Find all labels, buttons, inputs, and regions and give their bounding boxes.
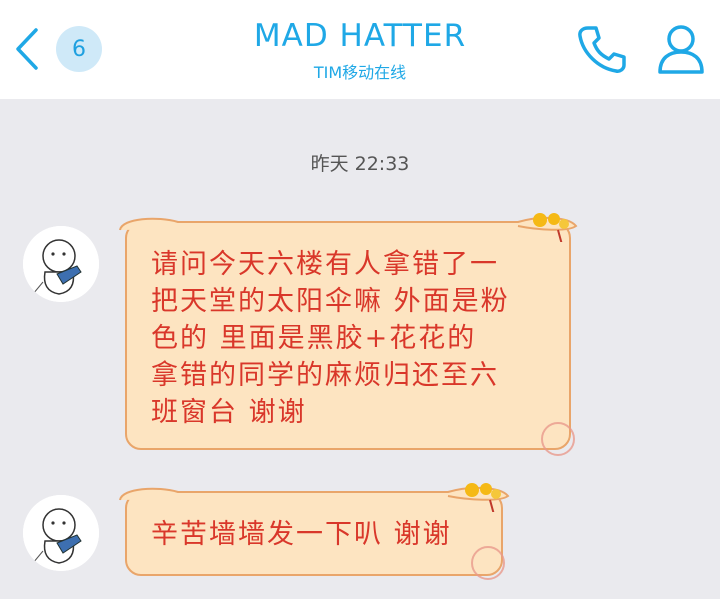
message-line: 请问今天六楼有人拿错了一 — [151, 249, 499, 280]
message-line: 辛苦墙墙发一下叭 谢谢 — [151, 519, 452, 550]
message-line: 班窗台 谢谢 — [151, 397, 307, 428]
seal-stamp-icon — [471, 546, 505, 580]
avatar-cartoon-icon — [23, 226, 99, 302]
message-line: 色的 里面是黑胶+花花的 — [151, 323, 477, 354]
person-icon[interactable] — [654, 22, 708, 76]
scroll-curl-decoration-icon — [119, 483, 510, 512]
scroll-curl-decoration-icon — [119, 213, 578, 242]
chat-header: 6 MAD HATTER TIM移动在线 — [0, 0, 720, 99]
message-timestamp: 昨天 22:33 — [310, 153, 410, 175]
message-line: 把天堂的太阳伞嘛 外面是粉 — [151, 286, 510, 317]
phone-icon[interactable] — [574, 22, 628, 76]
avatar-cartoon-icon — [23, 495, 99, 571]
message-text: 请问今天六楼有人拿错了一 把天堂的太阳伞嘛 外面是粉 色的 里面是黑胶+花花的 … — [151, 246, 510, 431]
message-bubble[interactable]: 请问今天六楼有人拿错了一 把天堂的太阳伞嘛 外面是粉 色的 里面是黑胶+花花的 … — [125, 222, 575, 456]
avatar[interactable] — [23, 495, 99, 571]
message-text: 辛苦墙墙发一下叭 谢谢 — [151, 516, 452, 553]
seal-stamp-icon — [541, 422, 575, 456]
avatar[interactable] — [23, 226, 99, 302]
message-line: 拿错的同学的麻烦归还至六 — [151, 360, 499, 391]
